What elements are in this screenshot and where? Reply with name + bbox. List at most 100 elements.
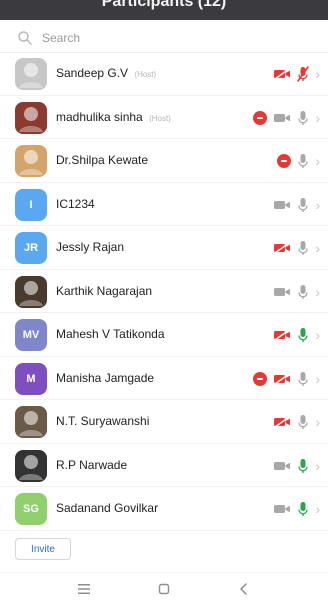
- avatar: [15, 449, 47, 482]
- camera-icon[interactable]: [273, 242, 291, 254]
- participant-name-text: IC1234: [56, 196, 95, 211]
- participant-name: N.T. Suryawanshi: [56, 414, 152, 428]
- participant-name: IC1234: [56, 197, 98, 211]
- participant-name: R.P Narwade: [56, 458, 130, 472]
- person-photo-icon: [19, 280, 43, 306]
- camera-icon[interactable]: [273, 68, 291, 80]
- chevron-right-icon[interactable]: ›: [315, 372, 320, 386]
- avatar: SG: [15, 493, 47, 525]
- avatar: MV: [15, 319, 47, 351]
- stop-video-indicator[interactable]: [277, 154, 292, 168]
- avatar: [15, 101, 47, 134]
- camera-icon[interactable]: [273, 372, 291, 385]
- avatar: [15, 58, 47, 90]
- invite-button[interactable]: Invite: [15, 538, 71, 560]
- avatar: M: [15, 362, 47, 395]
- avatar: I: [15, 188, 47, 221]
- participant-row[interactable]: JR Jessly Rajan ›: [0, 226, 328, 270]
- avatar-initials: M: [26, 372, 36, 385]
- participant-name-text: Sadanand Govilkar: [56, 501, 159, 515]
- back-icon[interactable]: [236, 581, 252, 597]
- participant-row[interactable]: I IC1234 ›: [0, 183, 328, 226]
- person-photo-icon: [19, 150, 43, 175]
- participant-name: Karthik Nagarajan: [56, 284, 155, 298]
- participant-name: Jessly Rajan: [56, 240, 127, 254]
- avatar-initials: JR: [23, 242, 39, 254]
- participant-name-text: R.P Narwade: [56, 457, 128, 472]
- participant-name-text: Sandeep G.V: [56, 66, 129, 80]
- camera-icon[interactable]: [273, 503, 291, 515]
- avatar: [15, 406, 47, 438]
- person-photo-icon: [19, 63, 43, 88]
- avatar: [15, 145, 47, 177]
- camera-icon[interactable]: [273, 460, 291, 472]
- participant-controls: ›: [273, 501, 320, 517]
- participant-controls: ›: [273, 458, 320, 474]
- chevron-right-icon[interactable]: ›: [315, 67, 320, 81]
- avatar: [15, 275, 47, 308]
- mic-icon[interactable]: [297, 240, 309, 256]
- participant-row[interactable]: M Manisha Jamgade ›: [0, 357, 328, 400]
- participant-row[interactable]: R.P Narwade ›: [0, 444, 328, 487]
- avatar-initials: SG: [23, 503, 39, 515]
- person-photo-icon: [19, 454, 43, 480]
- chevron-right-icon[interactable]: ›: [315, 415, 320, 429]
- participant-row[interactable]: N.T. Suryawanshi ›: [0, 400, 328, 444]
- participant-name: Dr.Shilpa Kewate: [56, 153, 151, 167]
- mic-icon[interactable]: [297, 197, 309, 213]
- search-input[interactable]: [40, 30, 294, 46]
- camera-icon[interactable]: [273, 416, 291, 428]
- participant-controls: ›: [253, 110, 320, 126]
- participant-row[interactable]: madhulika sinha (Host) ›: [0, 96, 328, 139]
- camera-icon[interactable]: [273, 286, 291, 298]
- mic-icon[interactable]: [297, 371, 309, 387]
- mic-icon[interactable]: [297, 414, 309, 430]
- chevron-right-icon[interactable]: ›: [315, 198, 320, 212]
- chevron-right-icon[interactable]: ›: [315, 502, 320, 516]
- mic-icon[interactable]: [297, 501, 309, 517]
- participant-name: Mahesh V Tatikonda: [56, 327, 168, 341]
- participant-name-text: madhulika sinha: [56, 109, 143, 124]
- participant-name: Manisha Jamgade: [56, 371, 157, 385]
- mic-icon[interactable]: [297, 458, 309, 474]
- chevron-right-icon[interactable]: ›: [315, 459, 320, 473]
- participant-controls: ›: [273, 327, 320, 343]
- stop-video-indicator[interactable]: [253, 371, 268, 386]
- participant-controls: ›: [273, 66, 320, 82]
- mic-icon[interactable]: [297, 110, 309, 126]
- person-photo-icon: [19, 411, 43, 436]
- mic-icon[interactable]: [297, 327, 309, 343]
- camera-icon[interactable]: [273, 329, 291, 341]
- avatar-initials: I: [29, 198, 33, 211]
- participant-name: madhulika sinha (Host): [56, 110, 171, 124]
- participant-row[interactable]: Karthik Nagarajan ›: [0, 270, 328, 313]
- participant-row[interactable]: Dr.Shilpa Kewate ›: [0, 139, 328, 183]
- chevron-right-icon[interactable]: ›: [315, 328, 320, 342]
- participant-controls: ›: [273, 240, 320, 256]
- menu-icon[interactable]: [76, 581, 92, 597]
- camera-icon[interactable]: [273, 112, 291, 124]
- participant-role-tag: (Host): [134, 70, 157, 79]
- avatar-initials: MV: [22, 329, 40, 341]
- system-nav-bar: [0, 572, 328, 605]
- search-bar[interactable]: [6, 24, 322, 52]
- stop-video-indicator[interactable]: [253, 110, 268, 125]
- chevron-right-icon[interactable]: ›: [315, 111, 320, 125]
- chevron-right-icon[interactable]: ›: [315, 285, 320, 299]
- participant-name-text: Manisha Jamgade: [56, 370, 155, 385]
- home-icon[interactable]: [156, 581, 172, 597]
- participant-row[interactable]: SG Sadanand Govilkar ›: [0, 487, 328, 531]
- mic-icon[interactable]: [297, 284, 309, 300]
- header-bar: Participants (12): [0, 0, 328, 20]
- chevron-right-icon[interactable]: ›: [315, 241, 320, 255]
- participant-controls: ›: [277, 153, 320, 169]
- person-photo-icon: [19, 106, 43, 132]
- mic-icon[interactable]: [297, 153, 309, 169]
- participant-controls: ›: [273, 284, 320, 300]
- search-icon: [16, 29, 34, 47]
- camera-icon[interactable]: [273, 199, 291, 211]
- chevron-right-icon[interactable]: ›: [315, 154, 320, 168]
- participant-row[interactable]: MV Mahesh V Tatikonda ›: [0, 313, 328, 357]
- mic-icon[interactable]: [297, 66, 310, 82]
- participant-row[interactable]: Sandeep G.V (Host) ›: [0, 52, 328, 96]
